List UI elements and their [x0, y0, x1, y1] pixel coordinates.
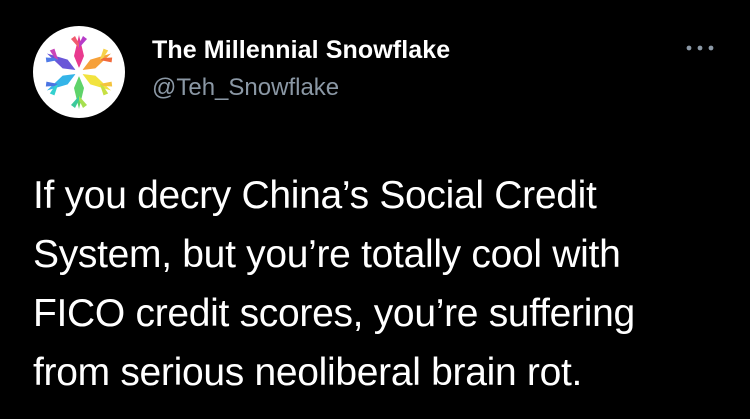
more-options-button[interactable] — [683, 40, 717, 56]
more-dots-icon — [686, 45, 714, 51]
snowflake-logo-icon — [45, 35, 113, 109]
avatar[interactable] — [33, 26, 125, 118]
author-display-name[interactable]: The Millennial Snowflake — [152, 36, 450, 65]
tweet-text-line: FICO credit scores, you’re suffering — [33, 292, 635, 335]
tweet-text-line: If you decry China’s Social Credit — [33, 174, 597, 217]
tweet-text: If you decry China’s Social Credit Syste… — [33, 166, 723, 402]
author-handle[interactable]: @Teh_Snowflake — [152, 74, 339, 102]
tweet-card: The Millennial Snowflake @Teh_Snowflake … — [0, 0, 750, 419]
tweet-text-line: System, but you’re totally cool with — [33, 233, 621, 276]
tweet-text-line: from serious neoliberal brain rot. — [33, 351, 583, 394]
